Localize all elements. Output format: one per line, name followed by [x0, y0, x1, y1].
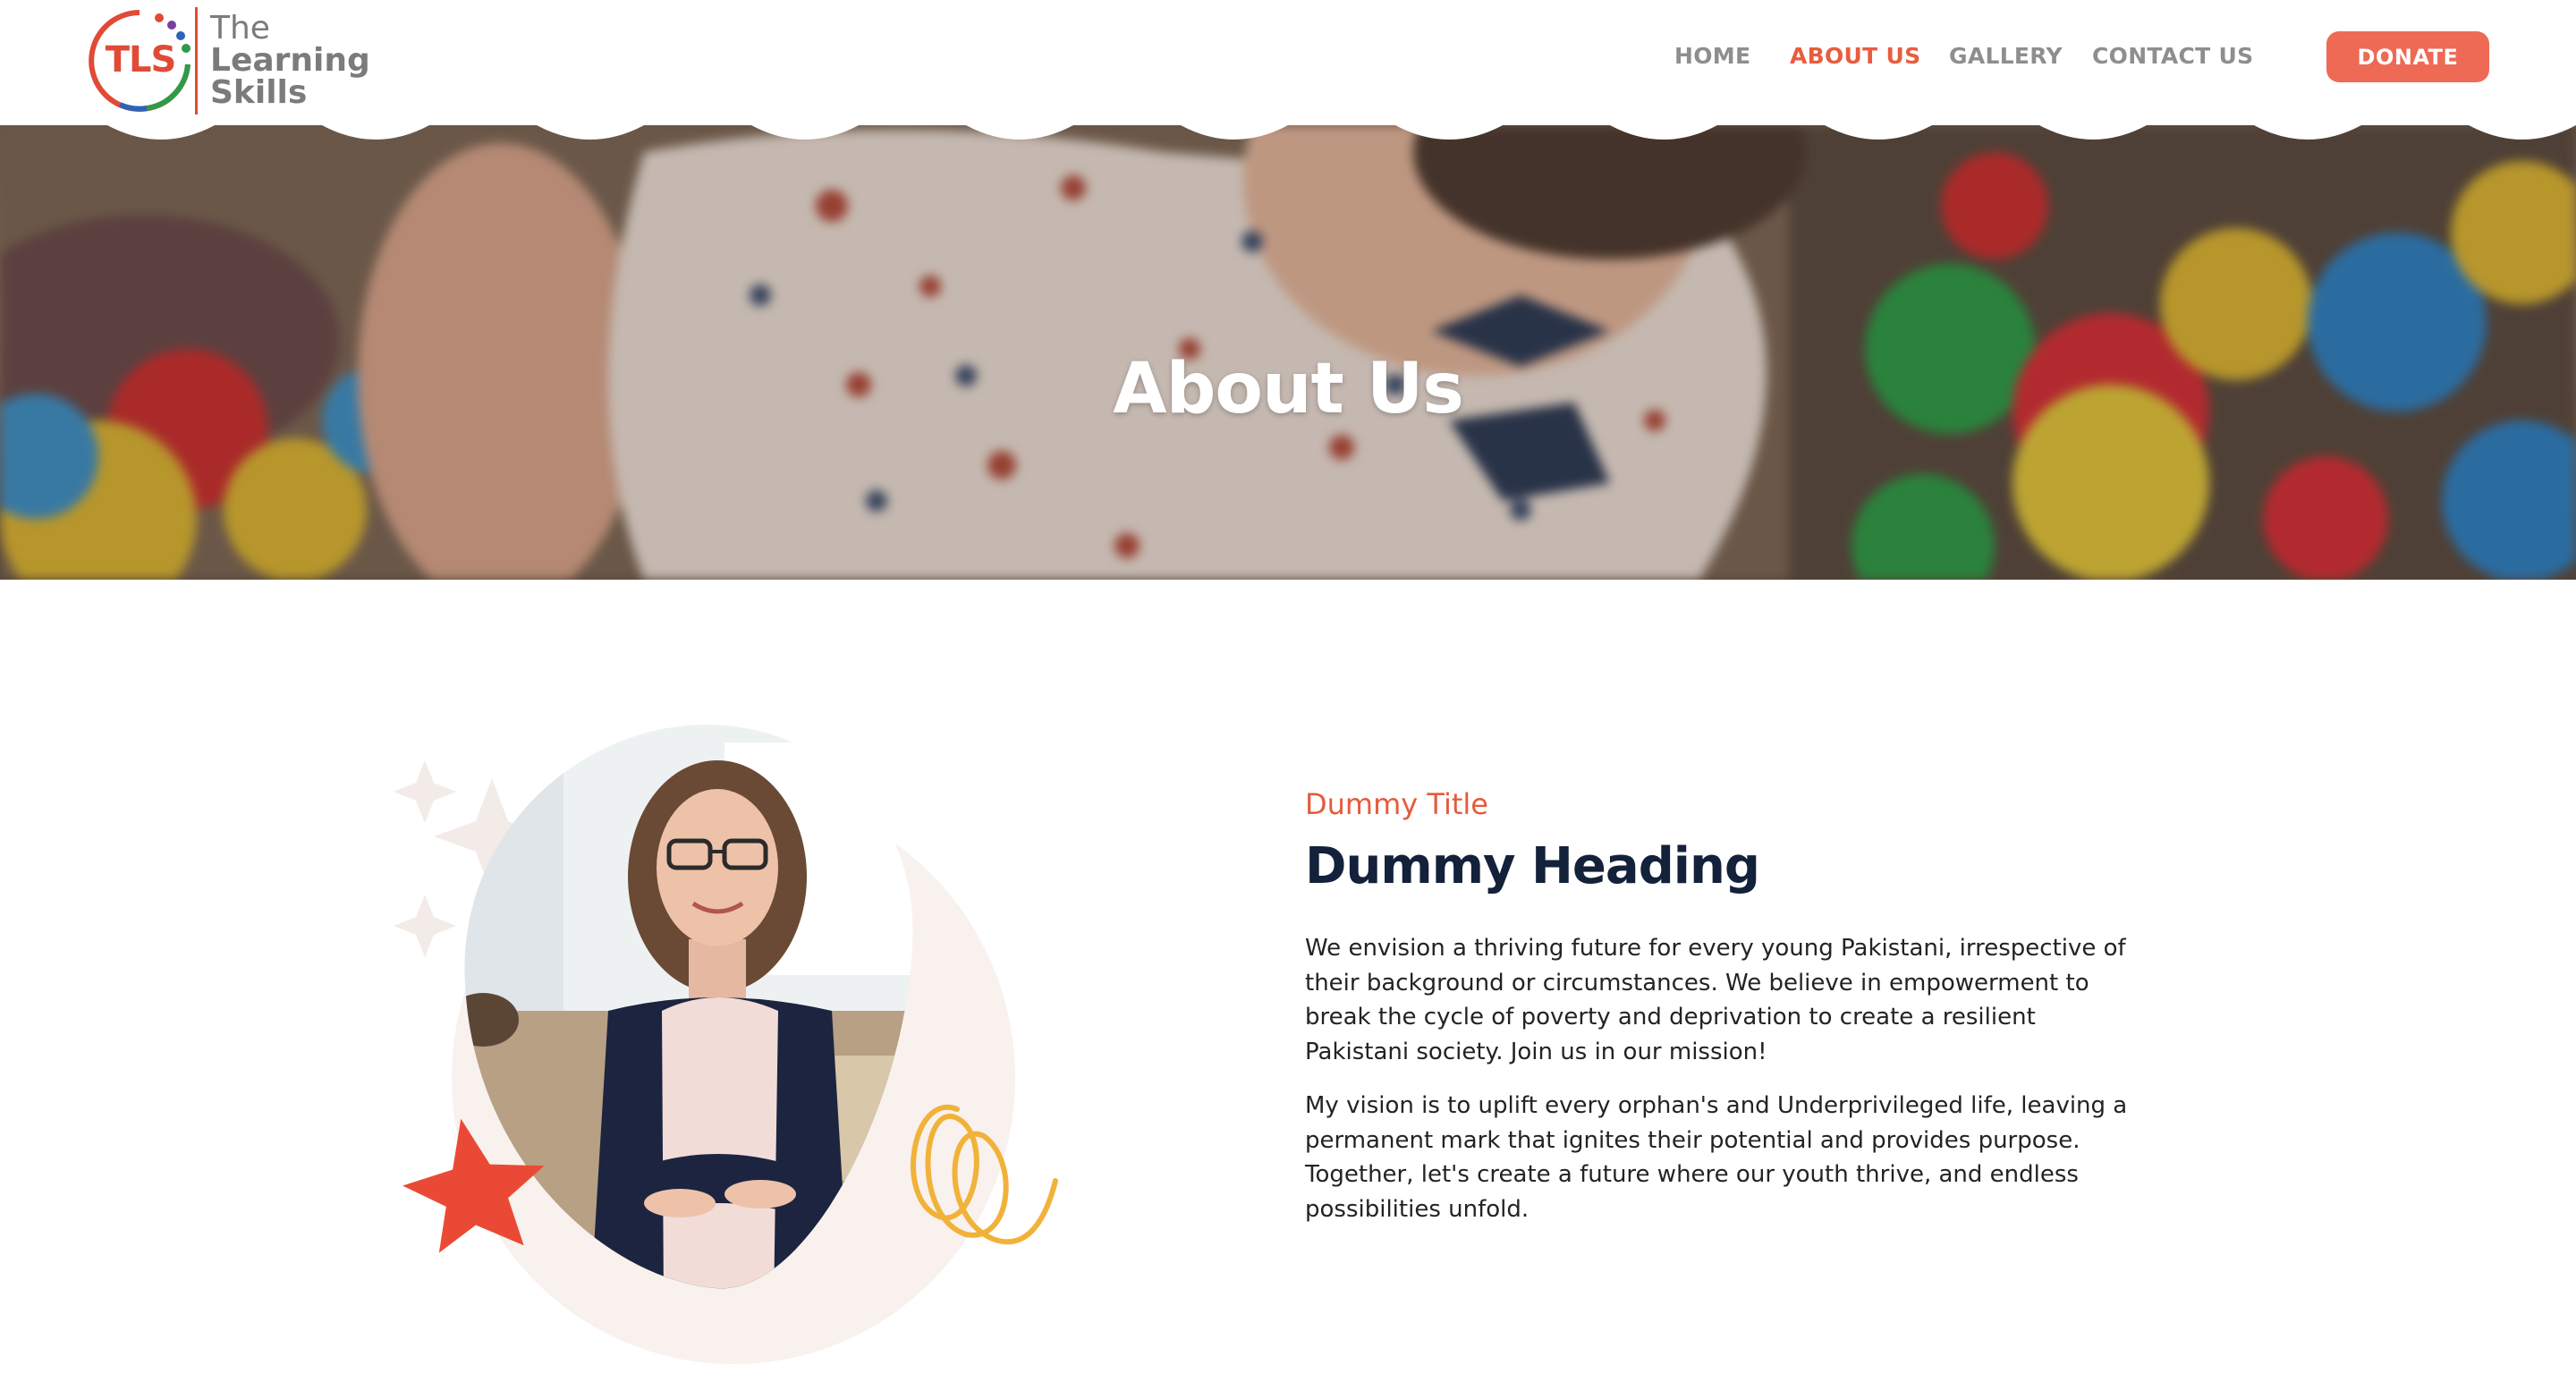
about-portrait-illustration [394, 725, 1058, 1364]
nav-gallery[interactable]: GALLERY [1949, 43, 2063, 69]
nav-about-us[interactable]: ABOUT US [1790, 43, 1920, 69]
about-paragraph: We envision a thriving future for every … [1305, 935, 2126, 1065]
hero-banner: About Us [0, 125, 2576, 580]
logo-word-learning: Learning [210, 42, 370, 79]
logo-word-the: The [210, 10, 270, 47]
header-wave-divider [0, 122, 2576, 140]
donate-button[interactable]: DONATE [2326, 31, 2489, 82]
site-header: TLS The Learning Skills HOME ABOUT US GA… [0, 0, 2576, 125]
hero-title: About Us [1113, 349, 1464, 430]
about-section: Dummy Title Dummy Heading We envision a … [1305, 787, 2146, 1246]
about-heading: Dummy Heading [1305, 837, 1760, 895]
logo-wordmark: The Learning Skills [210, 13, 370, 109]
logo-mark: TLS [105, 39, 177, 81]
logo-word-skills: Skills [210, 74, 308, 111]
logo-divider [195, 7, 198, 114]
nav-contact-us[interactable]: CONTACT US [2092, 43, 2253, 69]
about-eyebrow: Dummy Title [1305, 787, 1488, 821]
site-logo[interactable]: TLS The Learning Skills [84, 5, 370, 116]
nav-home[interactable]: HOME [1674, 43, 1750, 69]
about-paragraph: My vision is to uplift every orphan's an… [1305, 1092, 2128, 1223]
